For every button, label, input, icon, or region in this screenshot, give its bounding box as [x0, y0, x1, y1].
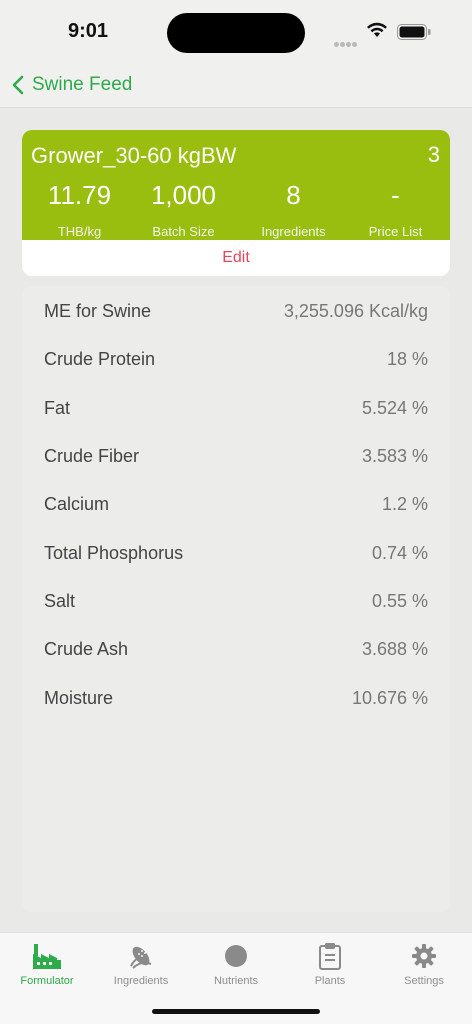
nutrient-name: Crude Fiber	[44, 445, 140, 466]
tab-settings[interactable]: Settings	[377, 941, 471, 987]
nutrient-row: Salt 0.55 %	[44, 586, 428, 616]
tab-formulator[interactable]: Formulator	[0, 941, 94, 987]
tab-label: Formulator	[20, 975, 74, 987]
back-button-label: Swine Feed	[32, 74, 133, 95]
nutrient-list: ME for Swine 3,255.096 Kcal/kg Crude Pro…	[22, 286, 450, 912]
formula-count: 3	[427, 142, 440, 167]
corn-icon	[94, 941, 188, 971]
nutrient-name: Salt	[44, 590, 76, 611]
tab-label: Settings	[404, 975, 444, 987]
status-bar: 9:01	[0, 0, 472, 64]
tab-label: Ingredients	[113, 975, 169, 987]
stat-ingredients: 8 Ingredients	[240, 180, 347, 239]
tab-label: Plants	[314, 975, 346, 987]
stat-label: Price List	[368, 224, 423, 239]
tab-nutrients[interactable]: Nutrients	[189, 941, 283, 987]
clipboard-icon	[283, 941, 377, 971]
wifi-icon	[367, 22, 387, 37]
nutrient-name: Moisture	[44, 687, 114, 708]
back-button[interactable]: Swine Feed	[12, 70, 132, 100]
nutrient-name: Total Phosphorus	[44, 542, 184, 563]
nutrient-value: 1.2 %	[381, 493, 428, 514]
nutrient-row: Crude Protein 18 %	[44, 344, 428, 374]
chevron-left-icon	[12, 75, 24, 95]
tab-plants[interactable]: Plants	[283, 941, 377, 987]
nutrient-row: ME for Swine 3,255.096 Kcal/kg	[44, 296, 428, 326]
nutrient-name: Crude Protein	[44, 348, 156, 369]
stat-label: THB/kg	[57, 224, 102, 239]
navigation-bar: Swine Feed	[0, 64, 472, 108]
stat-batch-size: 1,000 Batch Size	[130, 180, 237, 239]
status-time: 9:01	[68, 20, 109, 42]
formula-summary-header: Grower_30-60 kgBW 3 11.79 THB/kg 1,000 B…	[22, 130, 450, 240]
formula-name: Grower_30-60 kgBW	[31, 143, 237, 168]
stat-value: 8	[286, 180, 301, 210]
nutrient-value: 5.524 %	[361, 397, 428, 418]
stat-value: 1,000	[150, 180, 217, 210]
nutrient-name: Calcium	[44, 493, 110, 514]
stat-price-list: - Price List	[342, 180, 449, 239]
nutrient-value: 0.55 %	[371, 590, 428, 611]
nutrient-value: 3.583 %	[361, 445, 428, 466]
tab-ingredients[interactable]: Ingredients	[94, 941, 188, 987]
nutrient-row: Crude Fiber 3.583 %	[44, 441, 428, 471]
nutrient-value: 10.676 %	[351, 687, 428, 708]
tab-label: Nutrients	[213, 975, 259, 987]
nutrient-value: 3.688 %	[361, 638, 428, 659]
stat-label: Batch Size	[152, 224, 215, 239]
nutrient-row: Calcium 1.2 %	[44, 489, 428, 519]
circle-icon	[189, 941, 283, 971]
nutrient-row: Fat 5.524 %	[44, 393, 428, 423]
stat-value: 11.79	[47, 180, 112, 210]
stat-price: 11.79 THB/kg	[26, 180, 133, 239]
home-indicator	[152, 1009, 320, 1014]
nutrient-value: 18 %	[386, 348, 428, 369]
cellular-signal-icon	[334, 34, 358, 52]
nutrient-row: Crude Ash 3.688 %	[44, 634, 428, 664]
edit-button[interactable]: Edit	[22, 240, 450, 276]
nutrient-row: Total Phosphorus 0.74 %	[44, 538, 428, 568]
nutrient-name: Crude Ash	[44, 638, 129, 659]
gear-icon	[377, 941, 471, 971]
nutrient-value: 0.74 %	[371, 542, 428, 563]
stat-value: -	[391, 180, 400, 210]
battery-icon	[397, 24, 431, 40]
formula-summary-card[interactable]: Grower_30-60 kgBW 3 11.79 THB/kg 1,000 B…	[22, 130, 450, 276]
nutrient-name: Fat	[44, 397, 71, 418]
dynamic-island	[167, 13, 305, 53]
factory-icon	[0, 941, 94, 971]
stat-label: Ingredients	[261, 224, 326, 239]
nutrient-value: 3,255.096 Kcal/kg	[283, 300, 428, 321]
nutrient-row: Moisture 10.676 %	[44, 683, 428, 713]
nutrient-name: ME for Swine	[44, 300, 152, 321]
